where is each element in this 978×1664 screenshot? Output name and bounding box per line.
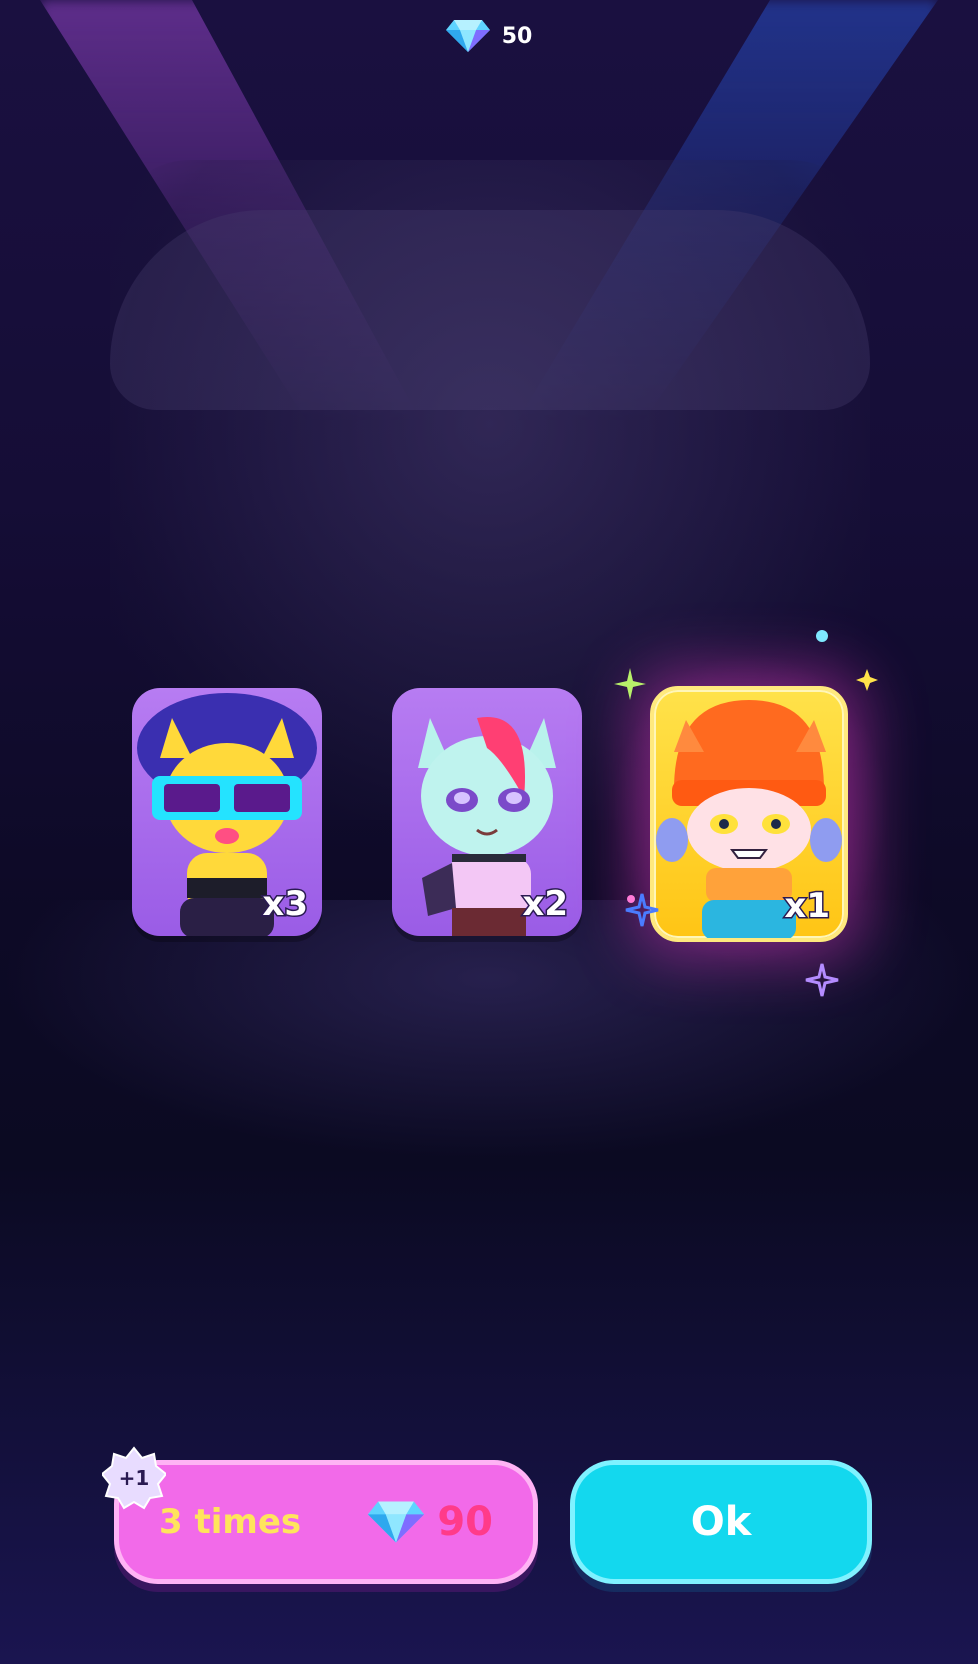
card-count: x1 — [783, 885, 832, 928]
pull-button-label: 3 times — [159, 1502, 302, 1542]
ok-button-label: Ok — [690, 1499, 752, 1545]
diamond-gem-icon — [367, 1499, 425, 1545]
sparkle-dot-icon — [816, 630, 828, 642]
card-count: x3 — [261, 883, 310, 926]
currency-value: 50 — [501, 23, 533, 49]
reward-cards: x3 x2 x1 — [0, 686, 978, 946]
pull-price-value: 90 — [437, 1499, 493, 1545]
sparkle-dot-icon — [627, 895, 635, 903]
character-card[interactable]: x2 — [392, 688, 582, 936]
bonus-badge-text: +1 — [118, 1466, 150, 1490]
bonus-badge: +1 — [102, 1446, 166, 1510]
currency-bar: 50 — [0, 14, 978, 58]
sparkle-icon — [805, 963, 839, 997]
sparkle-icon — [856, 669, 878, 691]
card-count: x2 — [521, 883, 570, 926]
character-card-highlighted[interactable]: x1 — [650, 686, 848, 942]
ok-button[interactable]: Ok — [570, 1460, 872, 1584]
pull-price: 90 — [367, 1499, 493, 1545]
diamond-gem-icon — [445, 18, 490, 54]
sparkle-icon — [614, 668, 646, 700]
character-card[interactable]: x3 — [132, 688, 322, 936]
pull-three-times-button[interactable]: 3 times 90 — [114, 1460, 538, 1584]
